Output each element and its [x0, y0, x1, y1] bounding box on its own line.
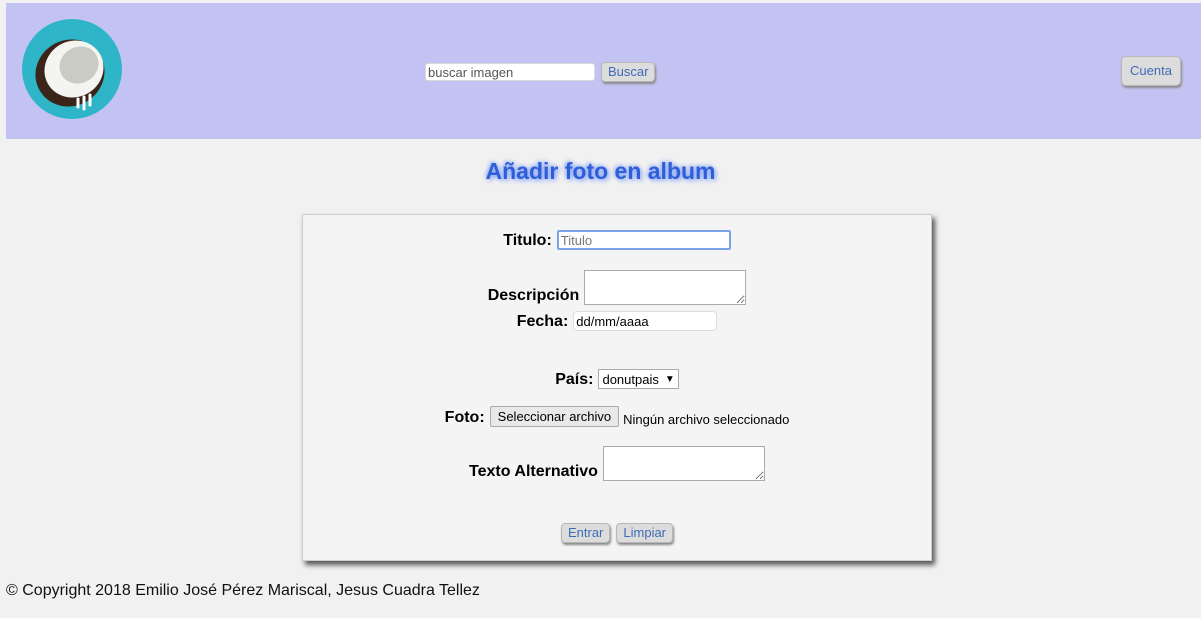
foto-label: Foto:	[444, 409, 485, 426]
form-buttons: Entrar Limpiar	[303, 523, 931, 543]
descripcion-textarea[interactable]	[584, 270, 747, 305]
pais-row: País: donutpais ▼	[303, 369, 931, 389]
foto-row: Foto: Seleccionar archivo Ningún archivo…	[303, 406, 931, 427]
titulo-row: Titulo:	[303, 230, 931, 250]
alt-row: Texto Alternativo	[303, 446, 931, 481]
alt-textarea[interactable]	[602, 446, 765, 481]
pais-selected-value: donutpais	[602, 371, 659, 387]
site-header: Buscar Cuenta	[6, 3, 1201, 139]
pais-label: País:	[555, 371, 594, 388]
titulo-input[interactable]	[556, 230, 731, 250]
account-button[interactable]: Cuenta	[1121, 56, 1181, 86]
chevron-down-icon: ▼	[664, 373, 675, 385]
search-bar: Buscar	[425, 62, 656, 82]
coconut-logo-icon[interactable]	[22, 19, 122, 119]
add-photo-form: Titulo: Descripción Fecha: País: donutpa…	[302, 214, 932, 561]
pais-select[interactable]: donutpais ▼	[598, 369, 679, 389]
fecha-row: Fecha:	[303, 311, 931, 331]
descripcion-label: Descripción	[487, 287, 580, 304]
alt-label: Texto Alternativo	[469, 463, 598, 480]
reset-button[interactable]: Limpiar	[616, 523, 674, 543]
search-input[interactable]	[425, 63, 595, 81]
descripcion-row: Descripción	[303, 270, 931, 305]
fecha-input[interactable]	[573, 311, 718, 331]
fecha-label: Fecha:	[516, 313, 569, 330]
search-button[interactable]: Buscar	[601, 62, 656, 82]
page-title: Añadir foto en album	[485, 158, 716, 184]
footer-copyright: © Copyright 2018 Emilio José Pérez Maris…	[6, 582, 480, 599]
file-select-button[interactable]: Seleccionar archivo	[489, 406, 620, 427]
titulo-label: Titulo:	[503, 232, 552, 249]
submit-button[interactable]: Entrar	[560, 523, 611, 543]
file-status-text: Ningún archivo seleccionado	[623, 412, 790, 427]
